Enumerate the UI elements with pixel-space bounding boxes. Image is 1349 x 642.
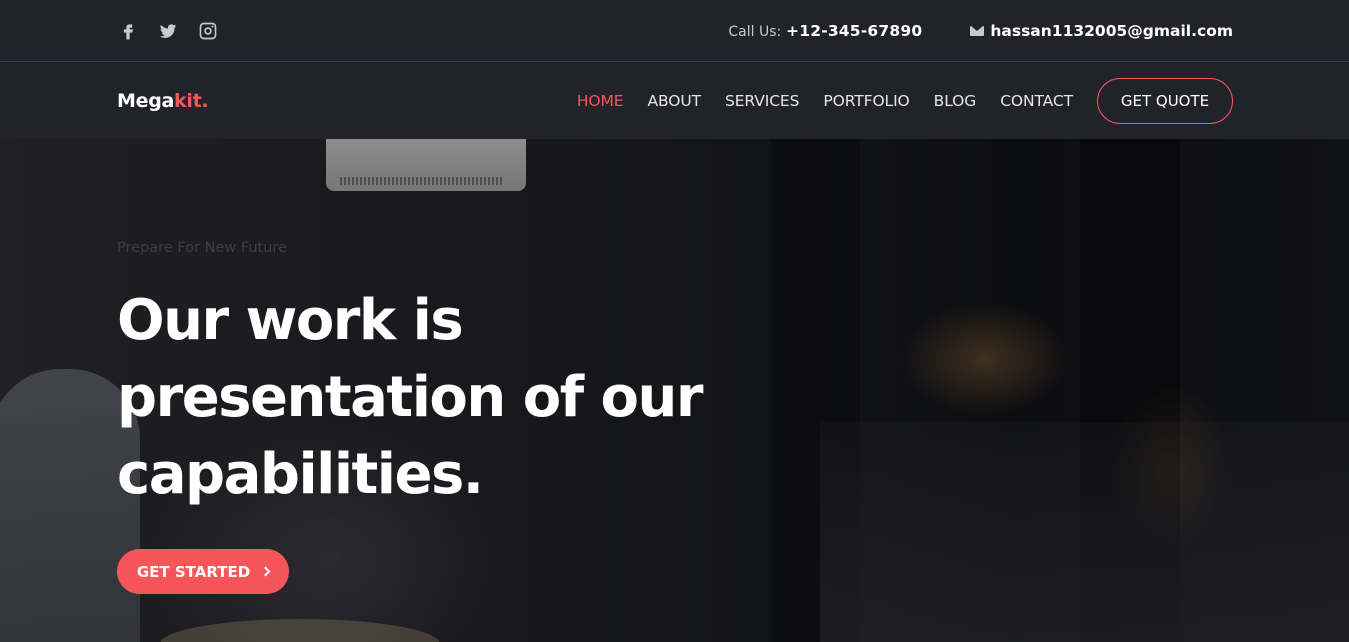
mail-icon xyxy=(970,25,985,36)
contact-info: Call Us: +12-345-67890 hassan1132005@gma… xyxy=(728,22,1233,40)
call-us-label: Call Us: xyxy=(728,23,782,40)
nav-item-blog[interactable]: BLOG xyxy=(934,92,977,110)
logo-main: Mega xyxy=(117,89,175,112)
hero-content: Prepare For New Future Our work is prese… xyxy=(117,240,777,594)
phone-number[interactable]: +12-345-67890 xyxy=(786,22,922,40)
get-quote-button[interactable]: GET QUOTE xyxy=(1097,77,1233,124)
twitter-icon[interactable] xyxy=(157,20,179,42)
nav-item-contact[interactable]: CONTACT xyxy=(1000,92,1073,110)
facebook-icon[interactable] xyxy=(117,20,139,42)
email-contact[interactable]: hassan1132005@gmail.com xyxy=(970,22,1233,40)
nav-item-about[interactable]: ABOUT xyxy=(648,92,702,110)
get-started-button[interactable]: GET STARTED xyxy=(117,549,289,594)
email-address[interactable]: hassan1132005@gmail.com xyxy=(990,22,1233,40)
social-links xyxy=(117,20,219,42)
nav-item-services[interactable]: SERVICES xyxy=(725,92,799,110)
nav-item-portfolio[interactable]: PORTFOLIO xyxy=(823,92,909,110)
logo-accent: kit. xyxy=(174,89,209,112)
get-started-label: GET STARTED xyxy=(136,562,251,581)
hero-kicker: Prepare For New Future xyxy=(117,240,287,256)
logo[interactable]: Megakit. xyxy=(117,89,209,112)
hero-section: Prepare For New Future Our work is prese… xyxy=(0,139,1349,642)
nav-menu: HOME ABOUT SERVICES PORTFOLIO BLOG CONTA… xyxy=(553,77,1233,124)
main-navbar: Megakit. HOME ABOUT SERVICES PORTFOLIO B… xyxy=(0,62,1349,139)
call-us: Call Us: +12-345-67890 xyxy=(728,22,922,40)
hero-headline: Our work is presentation of our capabili… xyxy=(117,288,704,507)
nav-item-home[interactable]: HOME xyxy=(577,92,624,110)
instagram-icon[interactable] xyxy=(197,20,219,42)
chevron-right-icon xyxy=(260,566,271,577)
top-bar: Call Us: +12-345-67890 hassan1132005@gma… xyxy=(0,0,1349,62)
